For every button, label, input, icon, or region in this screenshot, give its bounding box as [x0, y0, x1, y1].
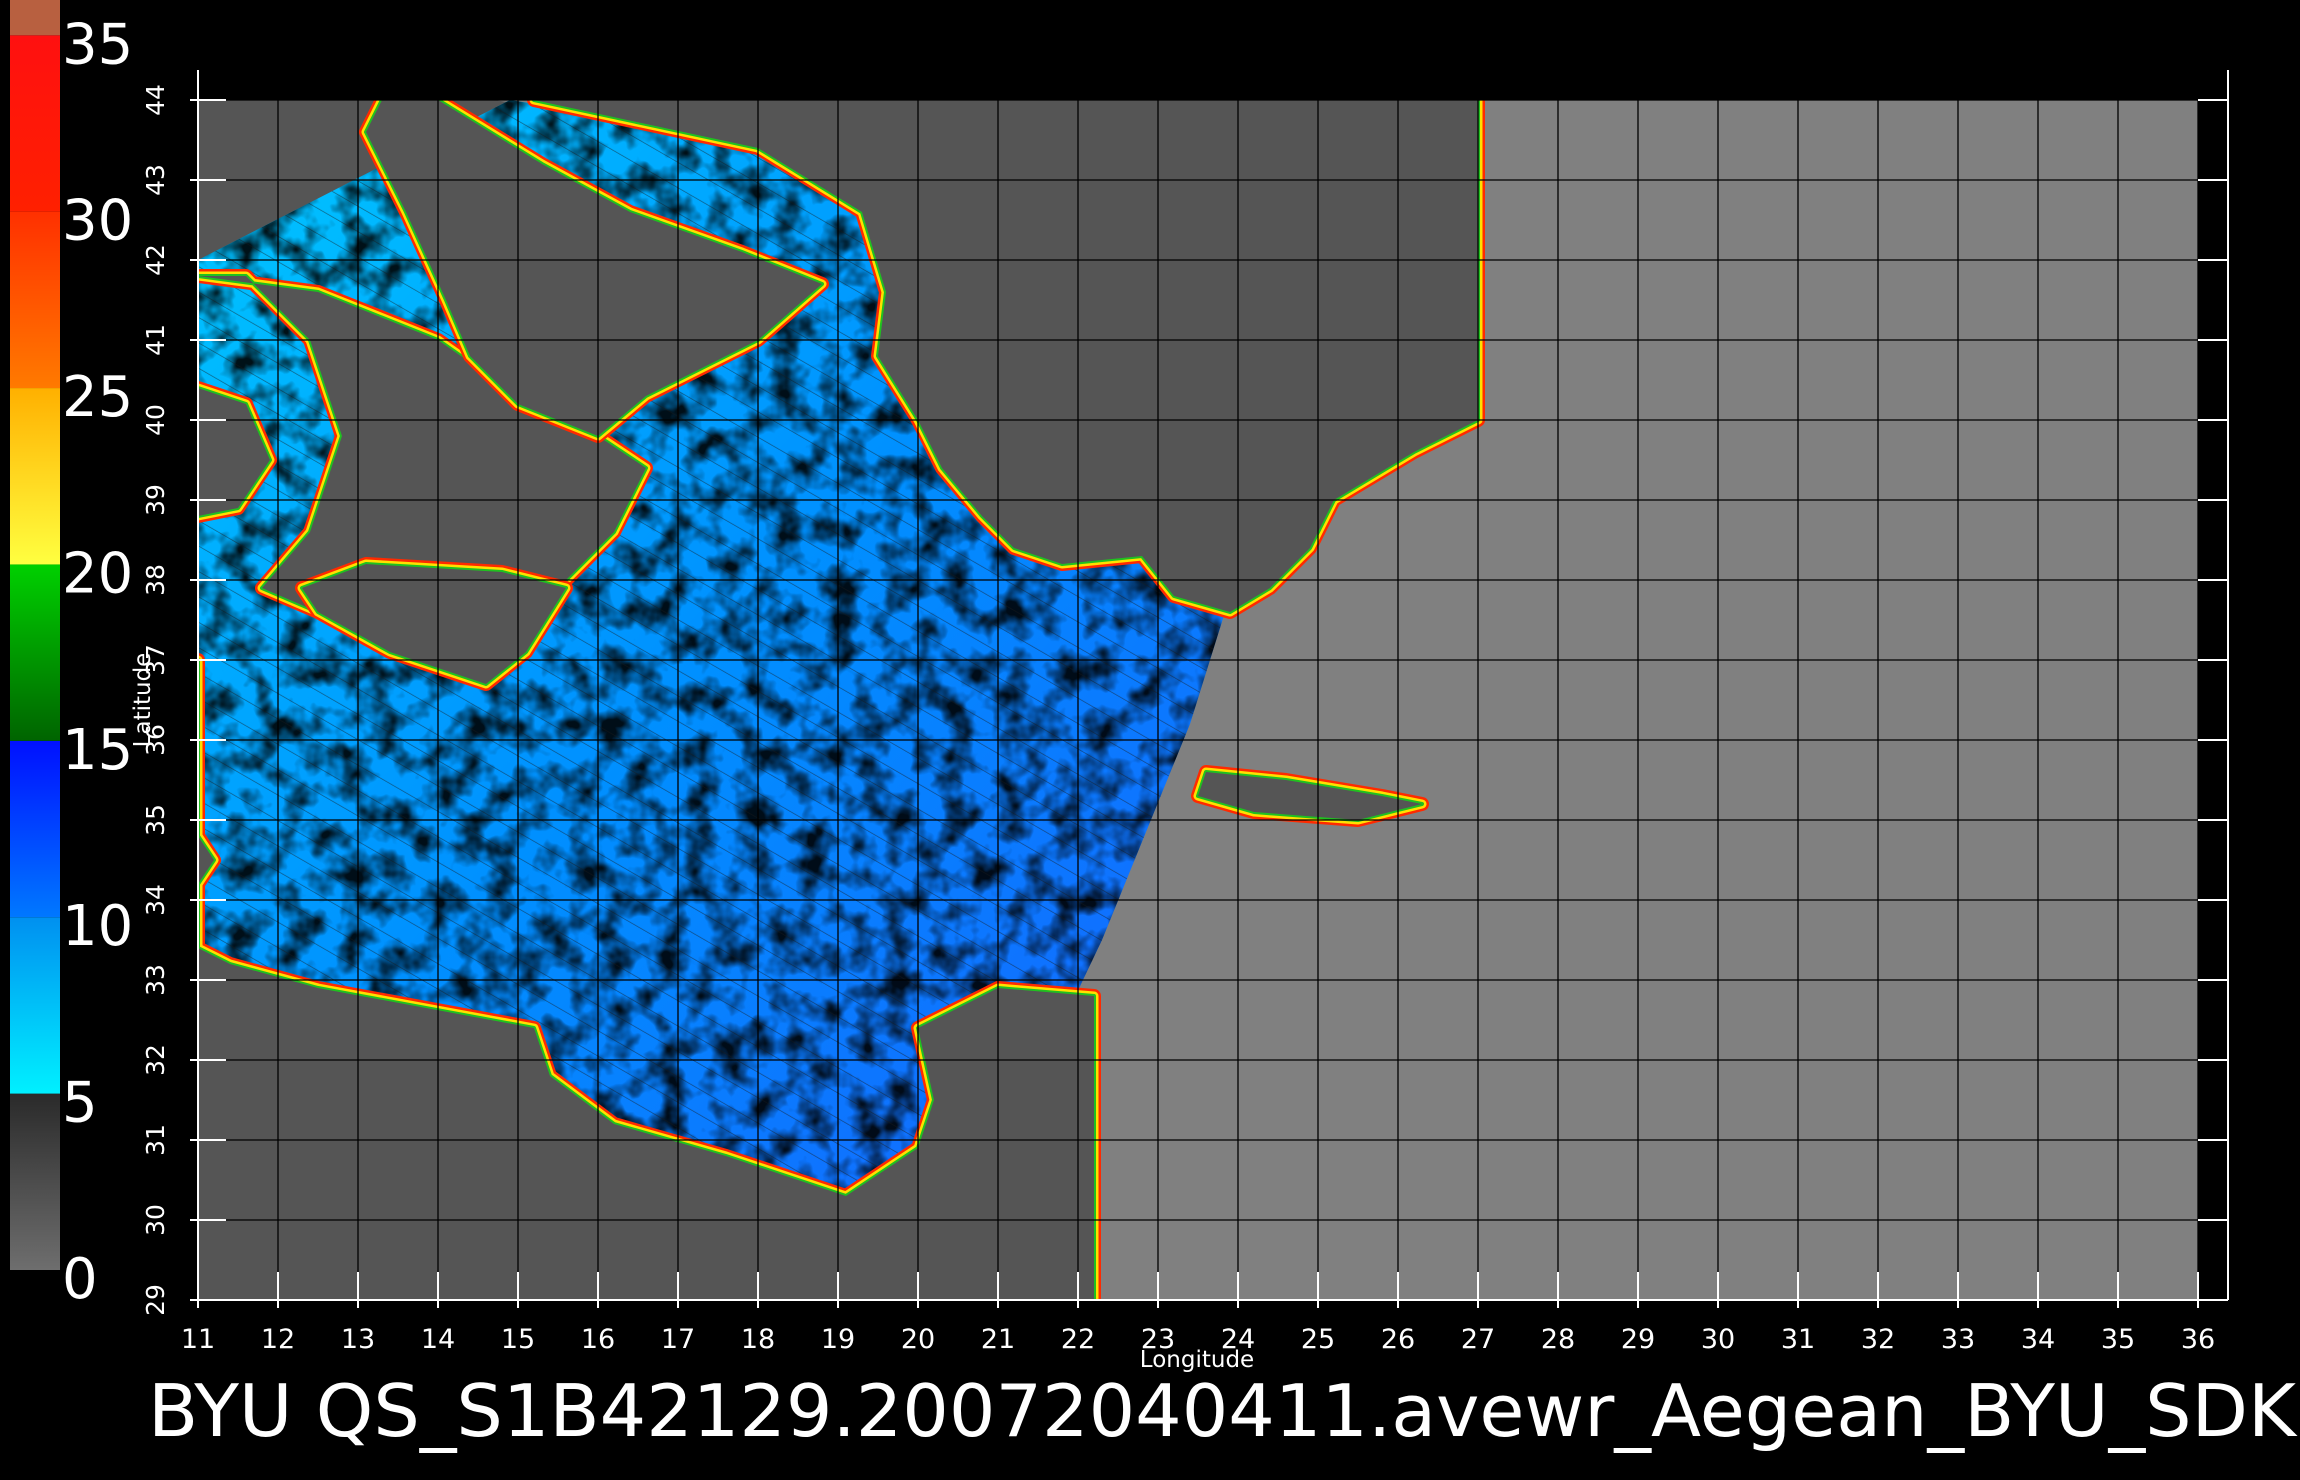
- colorbar-label: 15: [62, 718, 133, 783]
- x-tick-label: 35: [2101, 1324, 2135, 1355]
- y-tick-label: 43: [141, 164, 170, 196]
- colorbar-band: [10, 1093, 60, 1270]
- x-tick-label: 32: [1861, 1324, 1895, 1355]
- x-tick-label: 28: [1541, 1324, 1575, 1355]
- x-tick-label: 14: [421, 1324, 455, 1355]
- x-tick-label: 30: [1701, 1324, 1735, 1355]
- colorbar-labels: 0 5 10 15 20 25 30 35: [62, 12, 133, 1312]
- y-tick-label: 32: [141, 1044, 170, 1076]
- x-tick-label: 11: [181, 1324, 215, 1355]
- y-tick-label: 41: [141, 324, 170, 356]
- colorbar-label: 5: [62, 1071, 98, 1136]
- x-tick-label: 12: [261, 1324, 295, 1355]
- y-tick-label: 35: [141, 804, 170, 836]
- y-tick-label: 38: [141, 564, 170, 596]
- x-tick-label: 29: [1621, 1324, 1655, 1355]
- x-tick-label: 13: [341, 1324, 375, 1355]
- colorbar-label: 10: [62, 894, 133, 959]
- x-tick-label: 27: [1461, 1324, 1495, 1355]
- colorbar: 0 5 10 15 20 25 30 35: [10, 0, 133, 1312]
- colorbar-label: 25: [62, 365, 133, 430]
- colorbar-label: 30: [62, 189, 133, 254]
- x-tick-label: 22: [1061, 1324, 1095, 1355]
- colorbar-band: [10, 917, 60, 1094]
- colorbar-label: 35: [62, 12, 133, 77]
- colorbar-band: [10, 35, 60, 212]
- x-tick-label: 34: [2021, 1324, 2055, 1355]
- map-plot: 11 12 13 14 15 16 17 18 19 20 21 22 23 24 25 26 27 28 29 30…: [130, 70, 2229, 1373]
- colorbar-band: [10, 740, 60, 918]
- y-tick-label: 40: [141, 404, 170, 436]
- y-tick-label: 44: [141, 84, 170, 116]
- image-caption: BYU QS_S1B42129.20072040411.avewr_Aegean…: [148, 1369, 2298, 1453]
- x-tick-label: 19: [821, 1324, 855, 1355]
- x-tick-label: 25: [1301, 1324, 1335, 1355]
- x-tick-label: 26: [1381, 1324, 1415, 1355]
- x-tick-label: 16: [581, 1324, 615, 1355]
- colorbar-band: [10, 211, 60, 389]
- x-tick-label: 36: [2181, 1324, 2215, 1355]
- x-tick-label: 33: [1941, 1324, 1975, 1355]
- colorbar-label: 20: [62, 541, 133, 606]
- y-tick-label: 34: [141, 884, 170, 916]
- y-tick-label: 39: [141, 484, 170, 516]
- x-tick-label: 17: [661, 1324, 695, 1355]
- y-tick-label: 31: [141, 1124, 170, 1156]
- y-axis-label: Latitude: [130, 653, 156, 748]
- y-tick-label: 42: [141, 244, 170, 276]
- x-tick-label: 18: [741, 1324, 775, 1355]
- x-tick-label: 15: [501, 1324, 535, 1355]
- y-tick-label: 30: [141, 1204, 170, 1236]
- colorbar-label: 0: [62, 1247, 98, 1312]
- y-tick-label: 29: [141, 1284, 170, 1316]
- colorbar-band: [10, 0, 60, 36]
- colorbar-band: [10, 564, 60, 741]
- y-tick-label: 33: [141, 964, 170, 996]
- colorbar-bands: [10, 0, 60, 1270]
- x-tick-label: 31: [1781, 1324, 1815, 1355]
- colorbar-band: [10, 388, 60, 565]
- wind-speed-map: 0 5 10 15 20 25 30 35 11 12 13 14 15 16 17 18 19 20 21 22 2…: [10, 0, 2298, 1453]
- x-tick-label: 21: [981, 1324, 1015, 1355]
- x-tick-label: 20: [901, 1324, 935, 1355]
